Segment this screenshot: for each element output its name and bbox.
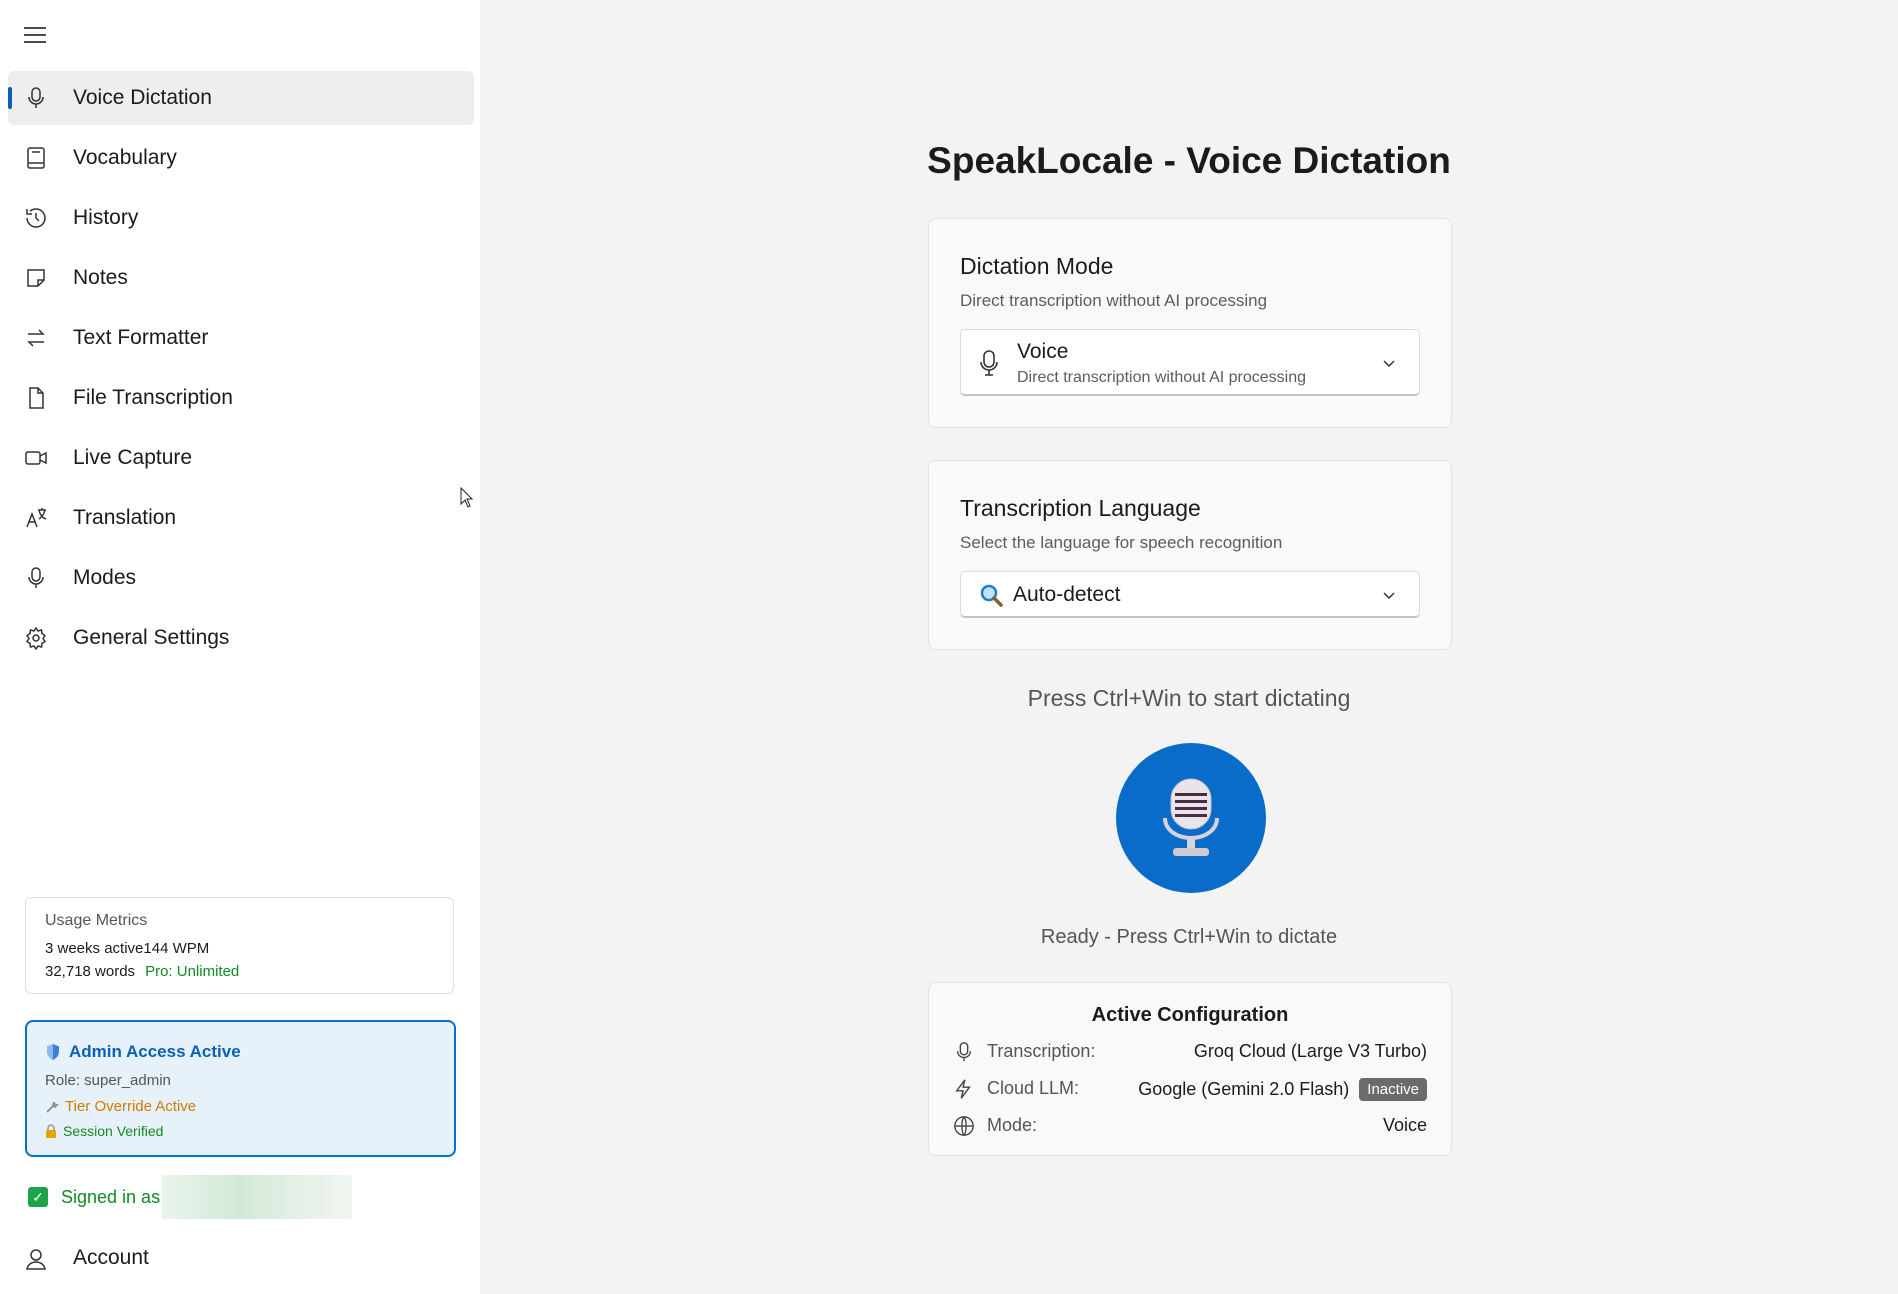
- active-configuration-card: Active Configuration Transcription: Groq…: [928, 982, 1452, 1156]
- active-indicator: [8, 87, 12, 109]
- config-key: Transcription:: [987, 1041, 1096, 1061]
- checkmark-icon: ✓: [28, 1187, 48, 1207]
- sticky-note-icon: [27, 269, 45, 287]
- sidebar-item-label: History: [73, 206, 139, 229]
- usage-metrics-activity: 3 weeks active144 WPM: [45, 940, 210, 957]
- account-button[interactable]: Account: [8, 1232, 474, 1286]
- plan-status: Pro: Unlimited: [145, 963, 240, 980]
- config-row-cloud-llm: Cloud LLM: Google (Gemini 2.0 Flash) Ina…: [953, 1074, 1427, 1104]
- sidebar-item-label: Text Formatter: [73, 326, 209, 349]
- session-verified-status: Session Verified: [63, 1123, 164, 1139]
- wrench-icon: [46, 1101, 59, 1113]
- book-icon: [27, 147, 45, 169]
- dictation-mode-selected-description: Direct transcription without AI processi…: [1017, 369, 1307, 386]
- sidebar-item-file-transcription[interactable]: File Transcription: [8, 371, 474, 425]
- tier-override-status: Tier Override Active: [65, 1098, 197, 1115]
- transcription-language-card: Transcription Language Select the langua…: [928, 460, 1452, 650]
- language-select[interactable]: Auto-detect: [960, 571, 1420, 618]
- microphone-icon: [28, 567, 44, 588]
- sidebar-item-modes[interactable]: Modes: [8, 551, 474, 605]
- config-row-transcription: Transcription: Groq Cloud (Large V3 Turb…: [953, 1037, 1427, 1067]
- signed-in-label: Signed in as: [61, 1186, 161, 1207]
- active-configuration-title: Active Configuration: [1091, 1004, 1289, 1026]
- account-label: Account: [73, 1246, 149, 1269]
- transcription-language-title: Transcription Language: [960, 495, 1201, 521]
- config-value: Groq Cloud (Large V3 Turbo): [1193, 1041, 1427, 1061]
- sidebar-item-text-formatter[interactable]: Text Formatter: [8, 311, 474, 365]
- microphone-icon: [28, 87, 44, 108]
- usage-metrics-title: Usage Metrics: [45, 912, 148, 929]
- lightning-icon: [955, 1079, 971, 1099]
- sidebar-item-label: File Transcription: [73, 386, 233, 409]
- sidebar: Voice Dictation Vocabulary History Notes…: [0, 0, 480, 1294]
- admin-access-card: Admin Access Active Role: super_admin Ti…: [25, 1020, 456, 1157]
- sidebar-item-notes[interactable]: Notes: [8, 251, 474, 305]
- document-icon: [29, 387, 44, 409]
- dictation-status: Ready - Press Ctrl+Win to dictate: [1040, 926, 1338, 948]
- config-value: Voice: [1382, 1115, 1427, 1135]
- record-button[interactable]: [1116, 743, 1266, 893]
- mouse-cursor-icon: [460, 487, 474, 508]
- sidebar-item-label: Translation: [73, 506, 177, 529]
- usage-metrics-card: Usage Metrics 3 weeks active144 WPM 32,7…: [25, 897, 454, 994]
- usage-metrics-words: 32,718 words: [45, 963, 136, 980]
- lock-icon: [46, 1124, 56, 1138]
- sidebar-item-label: Vocabulary: [73, 146, 177, 169]
- arrows-swap-icon: [27, 329, 45, 347]
- chevron-down-icon: [1383, 592, 1395, 600]
- admin-access-title-row: Admin Access Active: [45, 1042, 241, 1062]
- hamburger-menu-icon[interactable]: [22, 22, 48, 48]
- sidebar-item-label: General Settings: [73, 626, 230, 649]
- config-value-row: Voice: [1383, 1115, 1427, 1136]
- admin-role: Role: super_admin: [45, 1072, 171, 1089]
- dictation-mode-description: Direct transcription without AI processi…: [960, 291, 1268, 310]
- video-camera-icon: [25, 451, 47, 465]
- person-icon: [26, 1249, 46, 1270]
- studio-microphone-icon: [1163, 778, 1219, 856]
- sidebar-item-label: Modes: [73, 566, 137, 589]
- tier-override-row: Tier Override Active: [45, 1098, 196, 1115]
- sidebar-item-live-capture[interactable]: Live Capture: [8, 431, 474, 485]
- microphone-icon: [956, 1042, 972, 1062]
- config-key: Cloud LLM:: [987, 1078, 1080, 1098]
- config-value-row: Google (Gemini 2.0 Flash) Inactive: [1138, 1078, 1427, 1101]
- gear-icon: [25, 626, 47, 650]
- sidebar-item-history[interactable]: History: [8, 191, 474, 245]
- history-icon: [26, 208, 46, 228]
- admin-access-title: Admin Access Active: [69, 1042, 241, 1061]
- globe-icon: [954, 1116, 974, 1136]
- sidebar-item-label: Voice Dictation: [73, 86, 212, 109]
- shield-icon: [47, 1044, 59, 1060]
- magnifier-icon: [980, 584, 1003, 607]
- usage-metrics-words-row: 32,718 words Pro: Unlimited: [45, 963, 239, 980]
- session-verified-row: Session Verified: [45, 1123, 163, 1139]
- dictation-mode-title: Dictation Mode: [960, 253, 1114, 279]
- sidebar-item-general-settings[interactable]: General Settings: [8, 611, 474, 665]
- sidebar-item-label: Notes: [73, 266, 128, 289]
- config-value-row: Groq Cloud (Large V3 Turbo): [1194, 1041, 1427, 1062]
- language-selected: Auto-detect: [1013, 583, 1121, 606]
- microphone-icon: [980, 350, 998, 376]
- signed-in-status: ✓ Signed in as: [28, 1174, 353, 1220]
- sidebar-item-translation[interactable]: Translation: [8, 491, 474, 545]
- dictation-mode-selected: Voice: [1017, 340, 1069, 363]
- page-title: SpeakLocale - Voice Dictation: [927, 140, 1451, 181]
- sidebar-item-voice-dictation[interactable]: Voice Dictation: [8, 71, 474, 125]
- dictation-mode-card: Dictation Mode Direct transcription with…: [928, 218, 1452, 428]
- redacted-user-email: [162, 1175, 353, 1219]
- config-key: Mode:: [987, 1115, 1038, 1135]
- sidebar-item-vocabulary[interactable]: Vocabulary: [8, 131, 474, 185]
- config-row-mode: Mode: Voice: [953, 1111, 1427, 1141]
- translate-icon: [26, 508, 47, 528]
- dictation-mode-select[interactable]: Voice Direct transcription without AI pr…: [960, 329, 1420, 396]
- transcription-language-description: Select the language for speech recogniti…: [960, 533, 1283, 552]
- chevron-down-icon: [1383, 360, 1395, 368]
- sidebar-item-label: Live Capture: [73, 446, 193, 469]
- hotkey-prompt: Press Ctrl+Win to start dictating: [1027, 685, 1351, 711]
- config-value: Google (Gemini 2.0 Flash): [1138, 1079, 1350, 1099]
- status-badge: Inactive: [1359, 1078, 1427, 1101]
